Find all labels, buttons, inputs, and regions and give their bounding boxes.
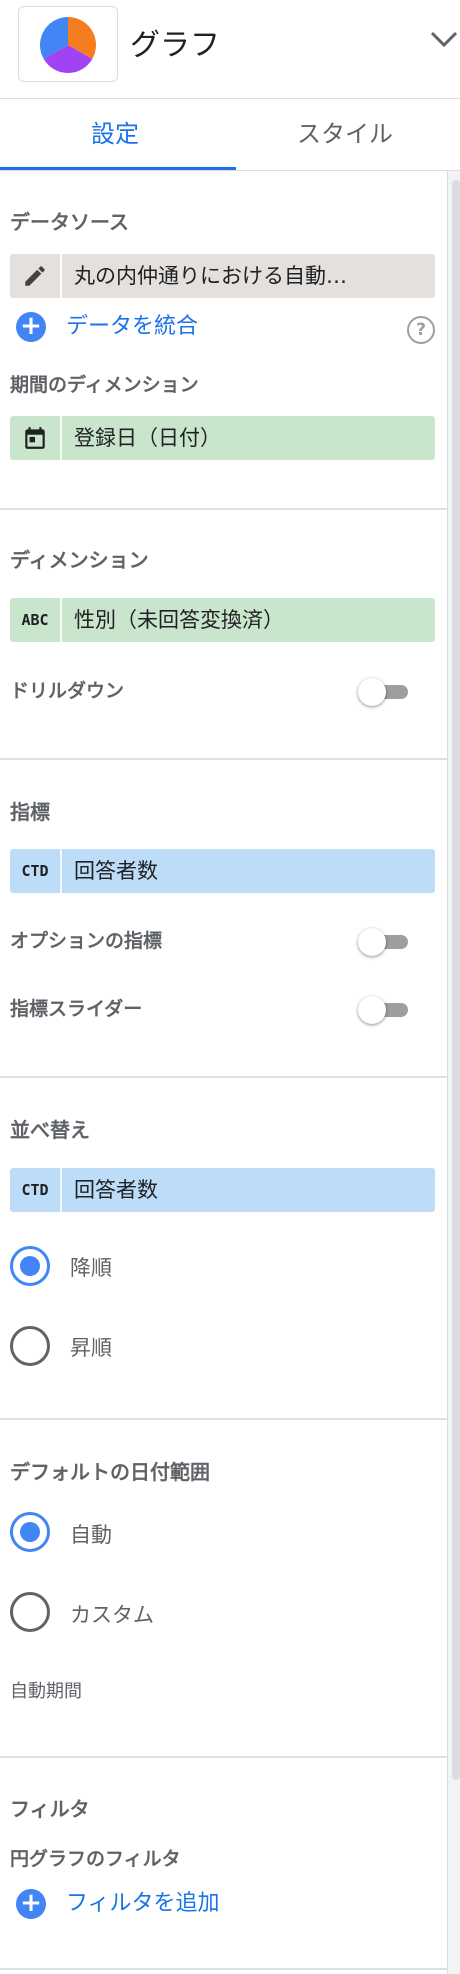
dimension-title: ディメンション	[10, 548, 149, 572]
date-dimension-title: 期間のディメンション	[10, 374, 199, 396]
filter-title: フィルタ	[10, 1797, 90, 1821]
calendar-icon	[10, 416, 62, 460]
sort-type-badge: CTD	[10, 1168, 62, 1212]
pie-chart-icon	[39, 17, 97, 74]
metric-title: 指標	[10, 800, 50, 824]
tab-divider	[0, 170, 460, 171]
dimension-name: 性別（未回答変換済）	[74, 608, 284, 632]
sort-field-name: 回答者数	[74, 1178, 158, 1202]
metric-type-badge: CTD	[10, 849, 62, 893]
sort-chip[interactable]: CTD 回答者数	[10, 1168, 435, 1212]
sort-ascending-label: 昇順	[70, 1336, 112, 1360]
data-source-name: 丸の内仲通りにおける自動…	[74, 264, 347, 288]
sort-title: 並べ替え	[10, 1118, 90, 1142]
date-range-auto-label: 自動	[70, 1523, 112, 1547]
tab-setup[interactable]: 設定	[0, 98, 230, 170]
add-icon: +	[16, 312, 46, 342]
sort-descending-label: 降順	[70, 1256, 112, 1280]
drilldown-toggle[interactable]	[358, 677, 410, 707]
pencil-icon[interactable]	[10, 254, 62, 298]
date-range-custom-radio[interactable]	[10, 1592, 50, 1632]
section-divider	[0, 1756, 447, 1758]
chevron-down-icon[interactable]	[430, 30, 458, 48]
chart-type-selector[interactable]	[18, 6, 118, 82]
section-divider	[0, 508, 447, 510]
blend-data-label: データを統合	[66, 314, 199, 339]
date-dimension-chip[interactable]: 登録日（日付）	[10, 416, 435, 460]
panel-header: グラフ	[0, 0, 460, 99]
section-divider	[0, 1968, 447, 1970]
metric-chip[interactable]: CTD 回答者数	[10, 849, 435, 893]
pie-filter-label: 円グラフのフィルタ	[10, 1848, 181, 1870]
section-divider	[0, 1076, 447, 1078]
metric-name: 回答者数	[74, 859, 158, 883]
section-divider	[0, 758, 447, 760]
sort-descending-radio[interactable]	[10, 1246, 50, 1286]
add-filter-label: フィルタを追加	[66, 1891, 220, 1916]
drilldown-label: ドリルダウン	[10, 680, 125, 702]
add-icon: +	[16, 1889, 46, 1919]
data-source-chip[interactable]: 丸の内仲通りにおける自動…	[10, 254, 435, 298]
scrollbar-thumb[interactable]	[452, 180, 460, 1780]
sort-ascending-radio[interactable]	[10, 1326, 50, 1366]
date-range-custom-label: カスタム	[70, 1603, 154, 1627]
section-divider	[0, 1418, 447, 1420]
tab-style[interactable]: スタイル	[230, 98, 460, 170]
dimension-type-badge: ABC	[10, 598, 62, 642]
help-circle-icon[interactable]: ?	[407, 316, 435, 344]
auto-period-label: 自動期間	[10, 1681, 82, 1702]
date-range-auto-radio[interactable]	[10, 1512, 50, 1552]
optional-metric-label: オプションの指標	[10, 930, 163, 952]
metric-slider-label: 指標スライダー	[10, 998, 143, 1020]
date-dimension-name: 登録日（日付）	[74, 426, 221, 450]
optional-metric-toggle[interactable]	[358, 927, 410, 957]
data-source-title: データソース	[10, 210, 129, 234]
metric-slider-toggle[interactable]	[358, 995, 410, 1025]
chart-title: グラフ	[130, 28, 220, 63]
default-date-range-title: デフォルトの日付範囲	[10, 1460, 210, 1484]
dimension-chip[interactable]: ABC 性別（未回答変換済）	[10, 598, 435, 642]
